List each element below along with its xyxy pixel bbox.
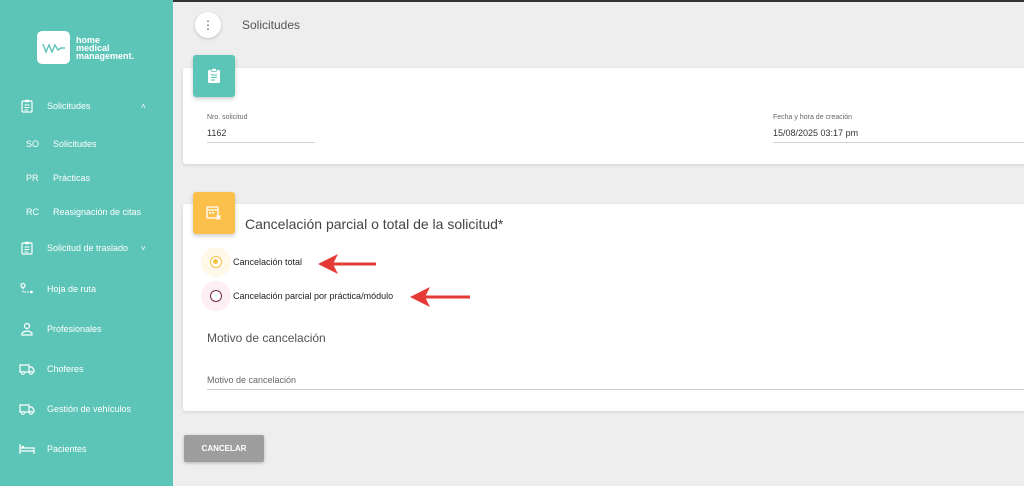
- radio-label: Cancelación parcial por práctica/módulo: [233, 291, 394, 301]
- request-card-badge: [193, 55, 235, 97]
- more-options-button[interactable]: ⋮: [195, 12, 221, 38]
- sidebar-subitem-reasignacion[interactable]: RC Reasignación de citas: [0, 202, 173, 222]
- subitem-abbr: SO: [26, 139, 40, 149]
- brand-line-3: management.: [76, 50, 135, 61]
- sidebar-item-pacientes[interactable]: Pacientes: [0, 437, 173, 461]
- page-title: Solicitudes: [242, 18, 301, 32]
- brand-name: home medical management.: [76, 35, 135, 61]
- sidebar-subitem-solicitudes[interactable]: SO Solicitudes: [0, 134, 173, 154]
- sidebar-item-label: Hoja de ruta: [47, 284, 97, 294]
- sidebar-item-hoja-de-ruta[interactable]: Hoja de ruta: [0, 277, 173, 301]
- sidebar-subitem-practicas[interactable]: PR Prácticas: [0, 168, 173, 188]
- radio-unselected-indicator[interactable]: [210, 290, 222, 302]
- sidebar-item-label: Solicitudes: [47, 101, 91, 111]
- route-icon: [19, 281, 35, 297]
- kebab-menu-icon: ⋮: [202, 18, 214, 32]
- request-info-card: [183, 68, 1024, 164]
- sidebar-item-gestion-vehiculos[interactable]: Gestión de vehículos: [0, 397, 173, 421]
- subitem-abbr: RC: [26, 207, 39, 217]
- sidebar-item-label: Solicitud de traslado: [47, 243, 129, 253]
- logo-mark-icon: [37, 31, 70, 64]
- clipboard-icon: [208, 68, 220, 83]
- cancellation-card-badge: [193, 192, 235, 234]
- van-icon: [19, 361, 35, 377]
- clipboard-icon: [19, 240, 35, 256]
- radio-selected-indicator[interactable]: [210, 256, 222, 268]
- calendar-cancel-icon: [206, 206, 221, 220]
- chevron-down-icon: ˅: [141, 243, 146, 253]
- reason-input[interactable]: [207, 370, 1024, 390]
- chevron-up-icon: ˄: [141, 101, 146, 111]
- subitem-label: Solicitudes: [53, 139, 97, 149]
- reason-heading: Motivo de cancelación: [207, 331, 326, 345]
- creation-date-label: Fecha y hora de creación: [773, 114, 852, 121]
- sidebar-item-label: Pacientes: [47, 444, 87, 454]
- truck-icon: [19, 401, 35, 417]
- top-border: [173, 0, 1024, 2]
- cancellation-section-title: Cancelación parcial o total de la solici…: [245, 216, 504, 232]
- creation-date-value: 15/08/2025 03:17 pm: [773, 128, 859, 138]
- red-arrow-left-icon: [318, 254, 376, 274]
- request-number-underline: [207, 142, 315, 143]
- sidebar-item-label: Choferes: [47, 364, 84, 374]
- request-number-label: Nro. solicitud: [207, 114, 248, 121]
- brand-logo[interactable]: home medical management.: [37, 31, 134, 64]
- sidebar-item-label: Profesionales: [47, 324, 102, 334]
- sidebar-item-solicitudes[interactable]: Solicitudes ˄: [0, 94, 173, 118]
- sidebar-item-choferes[interactable]: Choferes: [0, 357, 173, 381]
- cancel-button[interactable]: CANCELAR: [184, 435, 264, 462]
- doctor-icon: [19, 321, 35, 337]
- request-number-value: 1162: [207, 128, 227, 138]
- radio-label: Cancelación total: [233, 257, 303, 267]
- sidebar-item-label: Gestión de vehículos: [47, 404, 132, 414]
- subitem-label: Prácticas: [53, 173, 91, 183]
- creation-date-underline: [773, 142, 1024, 143]
- subitem-label: Reasignación de citas: [53, 207, 142, 217]
- sidebar: home medical management. Solicitudes ˄ S…: [0, 0, 173, 486]
- sidebar-item-solicitud-traslado[interactable]: Solicitud de traslado ˅: [0, 236, 173, 260]
- red-arrow-left-icon: [410, 287, 470, 307]
- bed-icon: [19, 441, 35, 457]
- subitem-abbr: PR: [26, 173, 39, 183]
- clipboard-icon: [19, 98, 35, 114]
- sidebar-item-profesionales[interactable]: Profesionales: [0, 317, 173, 341]
